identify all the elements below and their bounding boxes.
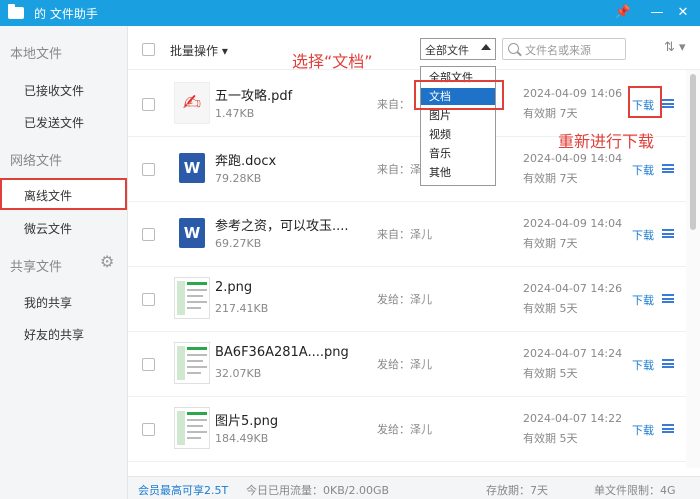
file-name: 五一攻略.pdf (215, 89, 293, 104)
row-checkbox[interactable] (142, 358, 155, 371)
minimize-button[interactable]: — (648, 4, 666, 22)
file-source: 发给：泽儿 (377, 293, 432, 306)
file-row[interactable]: 图片5.png 184.49KB 发给：泽儿 2024-04-07 14:22 … (128, 397, 686, 462)
file-size: 184.49KB (215, 432, 269, 445)
status-bar: 会员最高可享2.5T 今日已用流量：0KB/2.00GB 存放期：7天 单文件限… (128, 476, 700, 499)
image-thumbnail (174, 277, 210, 319)
file-validity: 有效期 5天 (523, 367, 578, 380)
sidebar: 本地文件 已接收文件 已发送文件 网络文件 离线文件 微云文件 共享文件 ⚙ 我… (0, 26, 128, 499)
sidebar-item-weiyun[interactable]: 微云文件 (24, 220, 72, 237)
word-icon: W (174, 212, 210, 254)
window-title: 的 文件助手 (34, 6, 98, 21)
row-checkbox[interactable] (142, 163, 155, 176)
row-checkbox[interactable] (142, 228, 155, 241)
sort-icon[interactable]: ⇅ ▾ (664, 40, 686, 55)
file-size-limit: 单文件限制：4G (594, 484, 676, 497)
sidebar-item-received[interactable]: 已接收文件 (24, 82, 84, 99)
gear-icon[interactable]: ⚙ (100, 254, 116, 270)
dropdown-option-music[interactable]: 音乐 (421, 145, 495, 162)
download-button[interactable]: 下载 (632, 422, 654, 438)
sidebar-item-sent[interactable]: 已发送文件 (24, 114, 84, 131)
row-checkbox[interactable] (142, 98, 155, 111)
sidebar-item-offline[interactable]: 离线文件 (24, 187, 72, 204)
file-date: 2024-04-09 14:04 (523, 152, 623, 165)
storage-period: 存放期：7天 (486, 484, 548, 497)
toolbar: 批量操作 ▾ 全部文件 文件名或来源 ⇅ ▾ (128, 26, 700, 70)
menu-icon[interactable] (662, 99, 674, 108)
file-name: BA6F36A281A....png (215, 345, 349, 360)
file-source: 发给：泽儿 (377, 423, 432, 436)
file-row[interactable]: W 参考之资，可以攻玉.... 69.27KB 来自：泽儿 2024-04-09… (128, 202, 686, 267)
file-row[interactable]: 2.png 217.41KB 发给：泽儿 2024-04-07 14:26 有效… (128, 267, 686, 332)
word-icon: W (174, 147, 210, 189)
sidebar-item-my-share[interactable]: 我的共享 (24, 294, 72, 311)
file-source: 来自：泽 (377, 163, 421, 176)
file-date: 2024-04-07 14:26 (523, 282, 623, 295)
annotation-select-doc: 选择“文档” (292, 52, 373, 71)
menu-icon[interactable] (662, 424, 674, 433)
file-name: 奔跑.docx (215, 154, 277, 169)
search-input[interactable]: 文件名或来源 (502, 38, 626, 60)
file-name: 2.png (215, 280, 253, 295)
file-date: 2024-04-07 14:22 (523, 412, 623, 425)
row-checkbox[interactable] (142, 293, 155, 306)
file-row[interactable]: BA6F36A281A....png 32.07KB 发给：泽儿 2024-04… (128, 332, 686, 397)
folder-icon (8, 4, 24, 19)
download-button[interactable]: 下载 (632, 292, 654, 308)
search-placeholder: 文件名或来源 (525, 44, 591, 57)
file-source: 发给：泽儿 (377, 358, 432, 371)
dropdown-option-other[interactable]: 其他 (421, 164, 495, 181)
title-bar: 的 文件助手 📌 — ✕ (0, 0, 700, 26)
file-name: 参考之资，可以攻玉.... (215, 219, 349, 234)
chevron-up-icon (481, 44, 491, 50)
file-type-select-value: 全部文件 (425, 44, 469, 57)
vip-link[interactable]: 会员最高可享2.5T (138, 482, 228, 498)
select-all-checkbox[interactable] (142, 43, 155, 56)
scrollbar[interactable] (686, 70, 700, 468)
file-validity: 有效期 7天 (523, 237, 578, 250)
file-size: 79.28KB (215, 172, 262, 185)
scrollbar-thumb[interactable] (690, 74, 696, 230)
batch-operation-button[interactable]: 批量操作 ▾ (170, 42, 228, 59)
file-size: 69.27KB (215, 237, 262, 250)
menu-icon[interactable] (662, 294, 674, 303)
sidebar-local-header: 本地文件 (10, 47, 63, 62)
close-button[interactable]: ✕ (674, 4, 692, 22)
download-button[interactable]: 下载 (632, 227, 654, 243)
menu-icon[interactable] (662, 164, 674, 173)
sidebar-item-friend-share[interactable]: 好友的共享 (24, 326, 84, 343)
sidebar-share-header: 共享文件 (10, 260, 63, 275)
file-date: 2024-04-09 14:06 (523, 87, 623, 100)
annotation-frame-download (628, 86, 662, 118)
search-icon (508, 43, 519, 54)
file-type-select[interactable]: 全部文件 (420, 38, 496, 60)
file-source: 来自：泽儿 (377, 228, 432, 241)
menu-icon[interactable] (662, 229, 674, 238)
download-button[interactable]: 下载 (632, 357, 654, 373)
pdf-icon: ✍ (174, 82, 210, 124)
file-validity: 有效期 5天 (523, 432, 578, 445)
file-size: 1.47KB (215, 107, 255, 120)
dropdown-option-video[interactable]: 视频 (421, 126, 495, 143)
pin-icon[interactable]: 📌 (614, 4, 632, 22)
sidebar-network-header: 网络文件 (10, 154, 63, 169)
file-size: 217.41KB (215, 302, 269, 315)
file-validity: 有效期 5天 (523, 302, 578, 315)
file-source: 来自： (377, 98, 410, 111)
image-thumbnail (174, 407, 210, 449)
file-size: 32.07KB (215, 367, 262, 380)
file-validity: 有效期 7天 (523, 107, 578, 120)
annotation-redownload: 重新进行下载 (558, 132, 655, 151)
download-button[interactable]: 下载 (632, 162, 654, 178)
row-checkbox[interactable] (142, 423, 155, 436)
menu-icon[interactable] (662, 359, 674, 368)
file-name: 图片5.png (215, 414, 279, 429)
file-date: 2024-04-07 14:24 (523, 347, 623, 360)
file-validity: 有效期 7天 (523, 172, 578, 185)
traffic-usage: 今日已用流量：0KB/2.00GB (246, 484, 390, 497)
image-thumbnail (174, 342, 210, 384)
annotation-frame-document (414, 80, 504, 110)
file-date: 2024-04-09 14:04 (523, 217, 623, 230)
